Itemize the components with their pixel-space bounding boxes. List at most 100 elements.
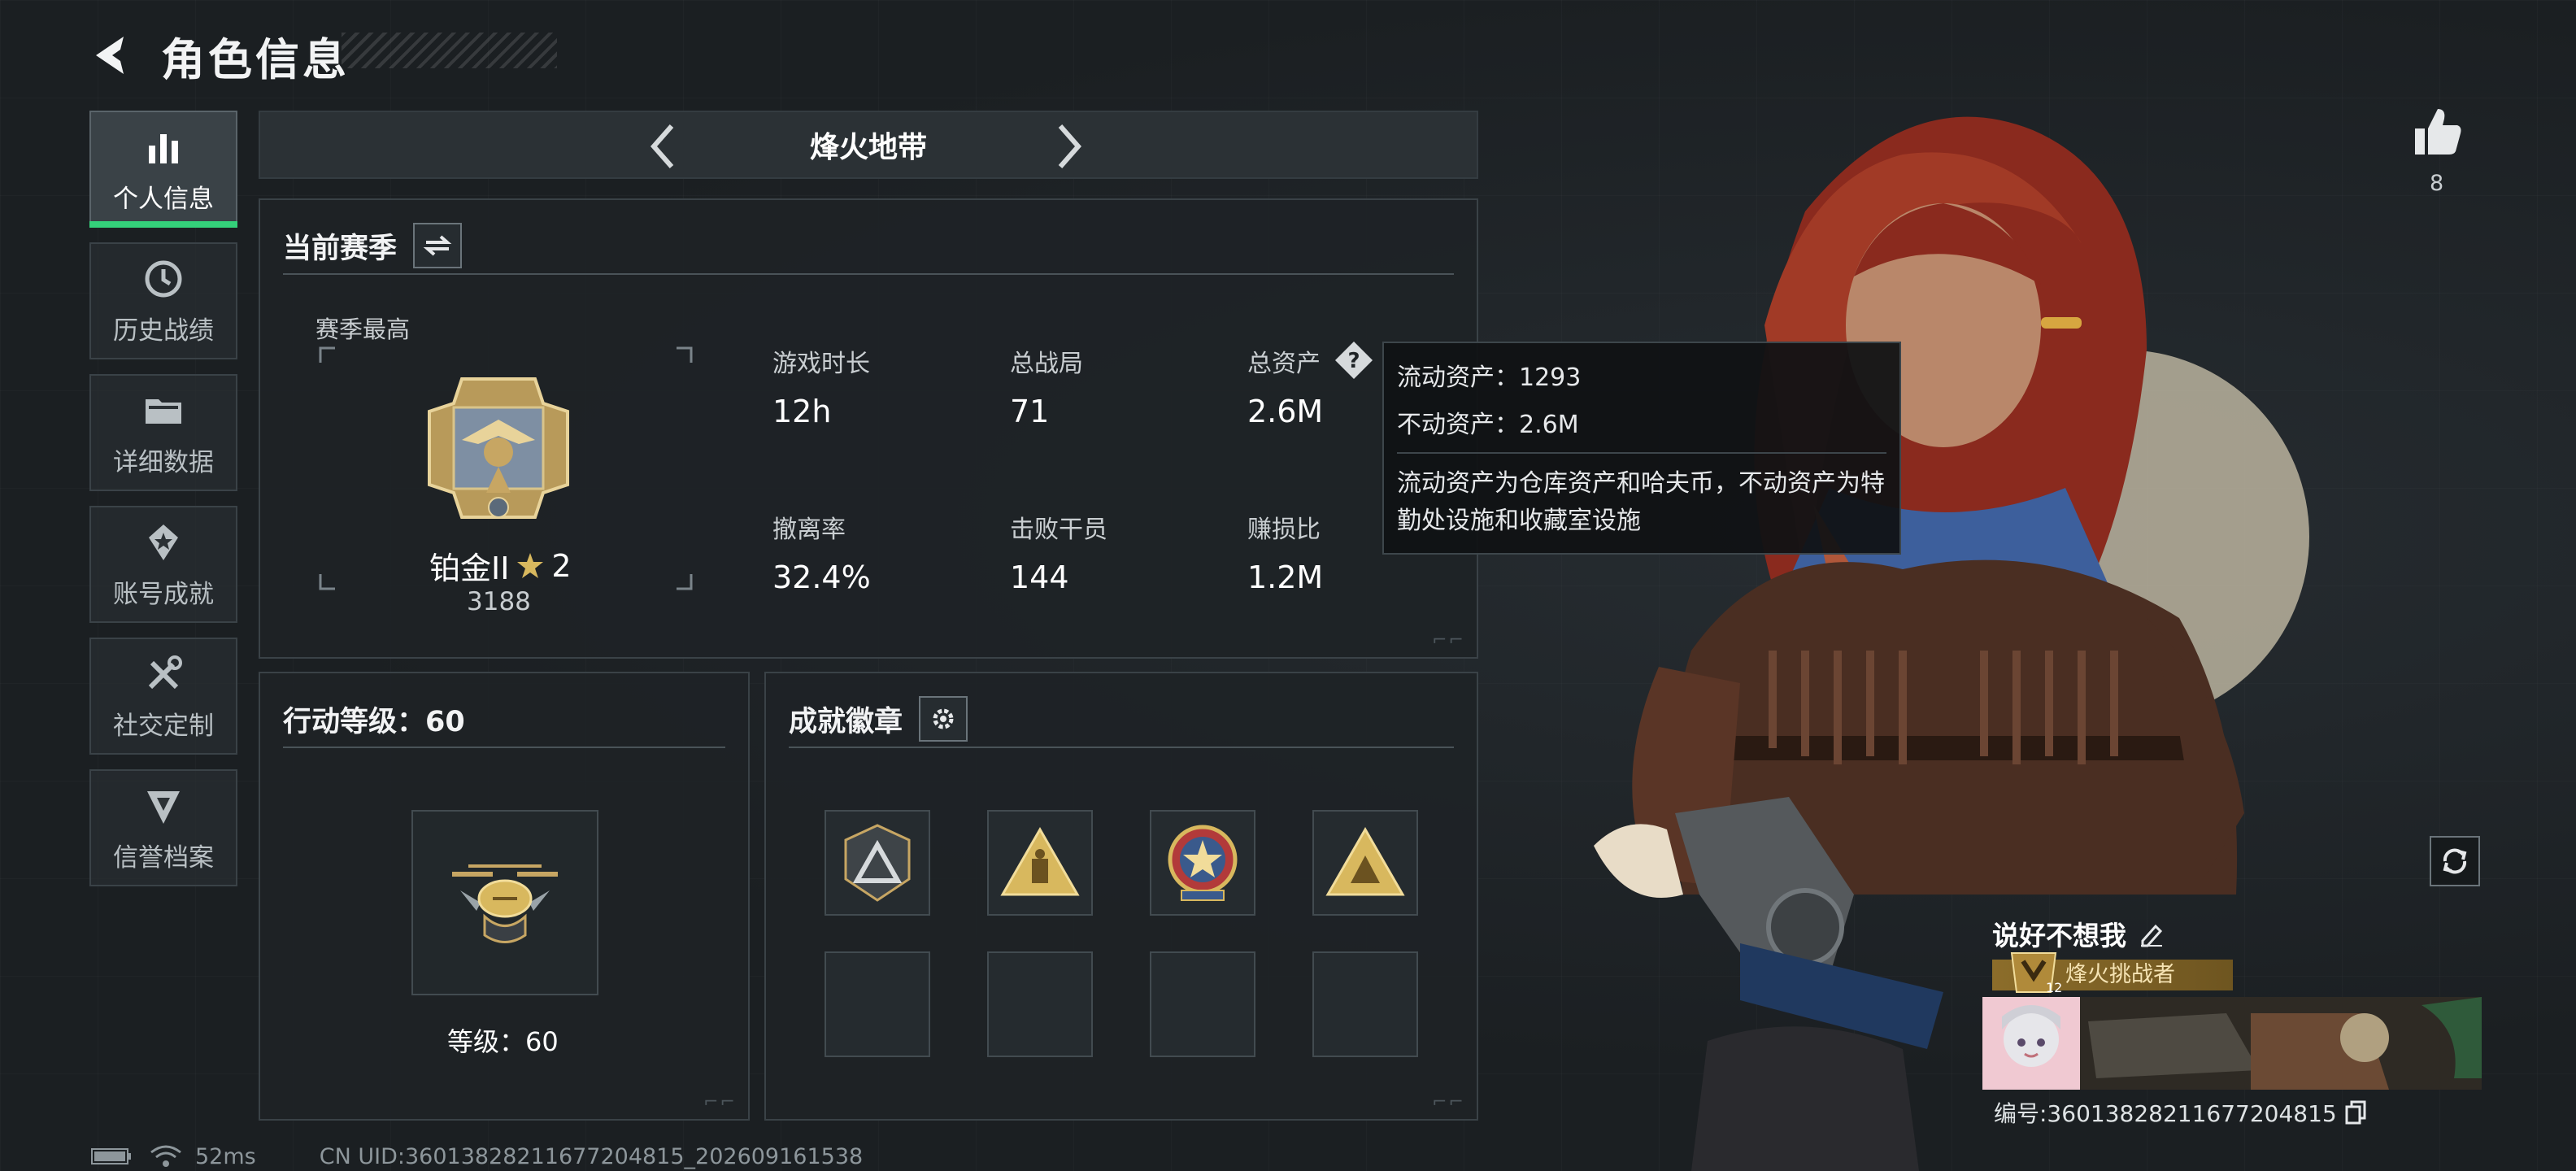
mode-title: 烽火地带 xyxy=(809,131,927,164)
stat-play-time: 游戏时长 12h xyxy=(772,343,870,429)
player-title-text: 烽火挑战者 xyxy=(2065,962,2175,987)
tooltip-fixed-assets: 不动资产：2.6M xyxy=(1397,411,1579,439)
badges-panel: 成就徽章 ⌐⌐ xyxy=(764,672,1478,1121)
stat-operators-defeated: 击败干员 144 xyxy=(1010,509,1107,595)
tooltip-description: 流动资产为仓库资产和哈夫币，不动资产为特勤处设施和收藏室设施 xyxy=(1397,469,1885,535)
rank-name: 铂金II 2 xyxy=(429,543,572,588)
stat-value: 71 xyxy=(1010,394,1050,429)
battery-icon xyxy=(91,1148,131,1164)
corner-decoration: ⌐⌐ xyxy=(1432,1092,1465,1112)
ping-value: 52ms xyxy=(195,1143,256,1169)
level-caption: 等级：60 xyxy=(447,1026,559,1057)
stat-label: 击败干员 xyxy=(1010,516,1107,544)
rank-stars: 2 xyxy=(551,547,572,584)
like-count: 8 xyxy=(2430,171,2444,196)
chevron-right-icon[interactable] xyxy=(1049,118,1090,175)
page-title: 角色信息 xyxy=(161,33,350,85)
warning-badge-icon xyxy=(1000,826,1080,896)
badge-slot[interactable] xyxy=(987,810,1093,916)
sidebar-item-profile[interactable]: 个人信息 xyxy=(89,111,237,228)
star-icon xyxy=(517,552,544,578)
stat-value: 1.2M xyxy=(1247,559,1324,595)
season-panel-header: 当前赛季 xyxy=(283,218,1454,275)
season-panel: 当前赛季 赛季最高 铂金II 2 3188 游戏时长 12h 总战局 71 总资… xyxy=(259,198,1478,659)
star-medal-badge-icon xyxy=(1168,825,1238,901)
folder-icon xyxy=(146,398,181,424)
sidebar-item-label: 详细数据 xyxy=(113,447,214,477)
stat-value: 2.6M xyxy=(1247,394,1324,429)
refresh-button[interactable] xyxy=(2430,836,2480,886)
chevron-left-icon[interactable] xyxy=(642,118,683,175)
status-footer: 52ms CN UID:36013828211677204815_2026091… xyxy=(91,1142,863,1171)
badge-slot[interactable] xyxy=(1312,810,1418,916)
level-title: 行动等级：60 xyxy=(283,705,465,738)
badge-settings-button[interactable] xyxy=(919,696,968,742)
rank-label: 铂金II xyxy=(429,551,510,586)
back-arrow-icon[interactable] xyxy=(88,32,135,79)
sidebar-item-history[interactable]: 历史战绩 xyxy=(89,242,237,359)
badge-slot[interactable] xyxy=(825,810,930,916)
sidebar-item-reputation[interactable]: 信誉档案 xyxy=(89,769,237,886)
sidebar-item-details[interactable]: 详细数据 xyxy=(89,374,237,491)
switch-season-button[interactable] xyxy=(413,223,463,268)
sidebar-item-label: 信誉档案 xyxy=(113,842,214,873)
edit-icon[interactable] xyxy=(2138,920,2165,947)
badge-slot-empty[interactable] xyxy=(825,951,930,1057)
thumbs-up-icon[interactable] xyxy=(2408,104,2465,161)
stat-value: 32.4% xyxy=(772,559,871,595)
player-name-text: 说好不想我 xyxy=(1992,920,2126,951)
tooltip-liquid-assets: 流动资产：1293 xyxy=(1397,363,1582,392)
sidebar-item-label: 历史战绩 xyxy=(113,316,214,346)
swap-icon xyxy=(423,235,452,256)
stat-value: 144 xyxy=(1010,559,1069,595)
sidebar: 个人信息 历史战绩 详细数据 账号成就 社交定制 信誉档案 xyxy=(89,111,237,901)
title-emblem-icon: 125 xyxy=(2010,952,2062,995)
uid-text: CN UID:36013828211677204815_202609161538 xyxy=(319,1143,864,1169)
bar-chart-icon xyxy=(149,133,178,163)
page-header: 角色信息 xyxy=(88,23,350,88)
level-panel-header: 行动等级：60 xyxy=(283,691,725,748)
warning-badge-icon xyxy=(1325,826,1405,896)
badge-slot-empty[interactable] xyxy=(987,951,1093,1057)
shield-icon xyxy=(147,790,180,824)
help-icon[interactable]: ? xyxy=(1334,340,1374,381)
stat-label: 总资产 xyxy=(1247,350,1321,378)
badge-slot-empty[interactable] xyxy=(1312,951,1418,1057)
gear-icon xyxy=(933,708,954,729)
clock-icon xyxy=(145,260,182,297)
player-id-text: 编号:3601382821167720481​5 xyxy=(1994,1100,2337,1127)
sidebar-item-label: 账号成就 xyxy=(113,579,214,609)
wifi-icon xyxy=(150,1145,181,1167)
refresh-icon xyxy=(2443,848,2467,874)
copy-icon[interactable] xyxy=(2345,1100,2366,1125)
badge-slot[interactable] xyxy=(1150,810,1255,916)
svg-text:?: ? xyxy=(1347,349,1360,373)
title-level: 125 xyxy=(2046,980,2062,995)
stat-total-assets: 总资产 2.6M xyxy=(1247,343,1323,429)
level-panel: 行动等级：60 等级：60 ⌐⌐ xyxy=(259,672,750,1121)
player-id: 编号:3601382821167720481​5 xyxy=(1994,1096,2366,1129)
rank-score: 3188 xyxy=(467,587,531,616)
mode-selector: 烽火地带 xyxy=(259,111,1478,179)
stat-label: 撤离率 xyxy=(772,516,846,544)
level-badge[interactable] xyxy=(411,810,598,995)
sidebar-item-label: 社交定制 xyxy=(113,711,214,741)
player-card-banner[interactable] xyxy=(1982,997,2482,1090)
assets-tooltip: 流动资产：1293 不动资产：2.6M 流动资产为仓库资产和哈夫币，不动资产为特… xyxy=(1382,342,1901,555)
triangle-badge-icon xyxy=(844,824,911,902)
sidebar-item-social[interactable]: 社交定制 xyxy=(89,638,237,755)
player-name: 说好不想我 xyxy=(1992,914,2165,953)
stat-profit-loss: 赚损比 1.2M xyxy=(1247,509,1323,595)
badge-slot-empty[interactable] xyxy=(1150,951,1255,1057)
corner-decoration: ⌐⌐ xyxy=(1432,630,1465,651)
tools-icon xyxy=(148,655,182,689)
corner-decoration: ⌐⌐ xyxy=(703,1092,737,1112)
season-subtitle: 赛季最高 xyxy=(315,316,411,343)
helicopter-emblem-icon xyxy=(452,864,558,943)
stat-label: 赚损比 xyxy=(1247,516,1321,544)
rank-badge-icon xyxy=(428,377,569,519)
badges-panel-header: 成就徽章 xyxy=(789,691,1454,748)
sidebar-item-achievements[interactable]: 账号成就 xyxy=(89,506,237,623)
stat-label: 游戏时长 xyxy=(772,350,870,378)
stat-total-matches: 总战局 71 xyxy=(1010,343,1083,429)
